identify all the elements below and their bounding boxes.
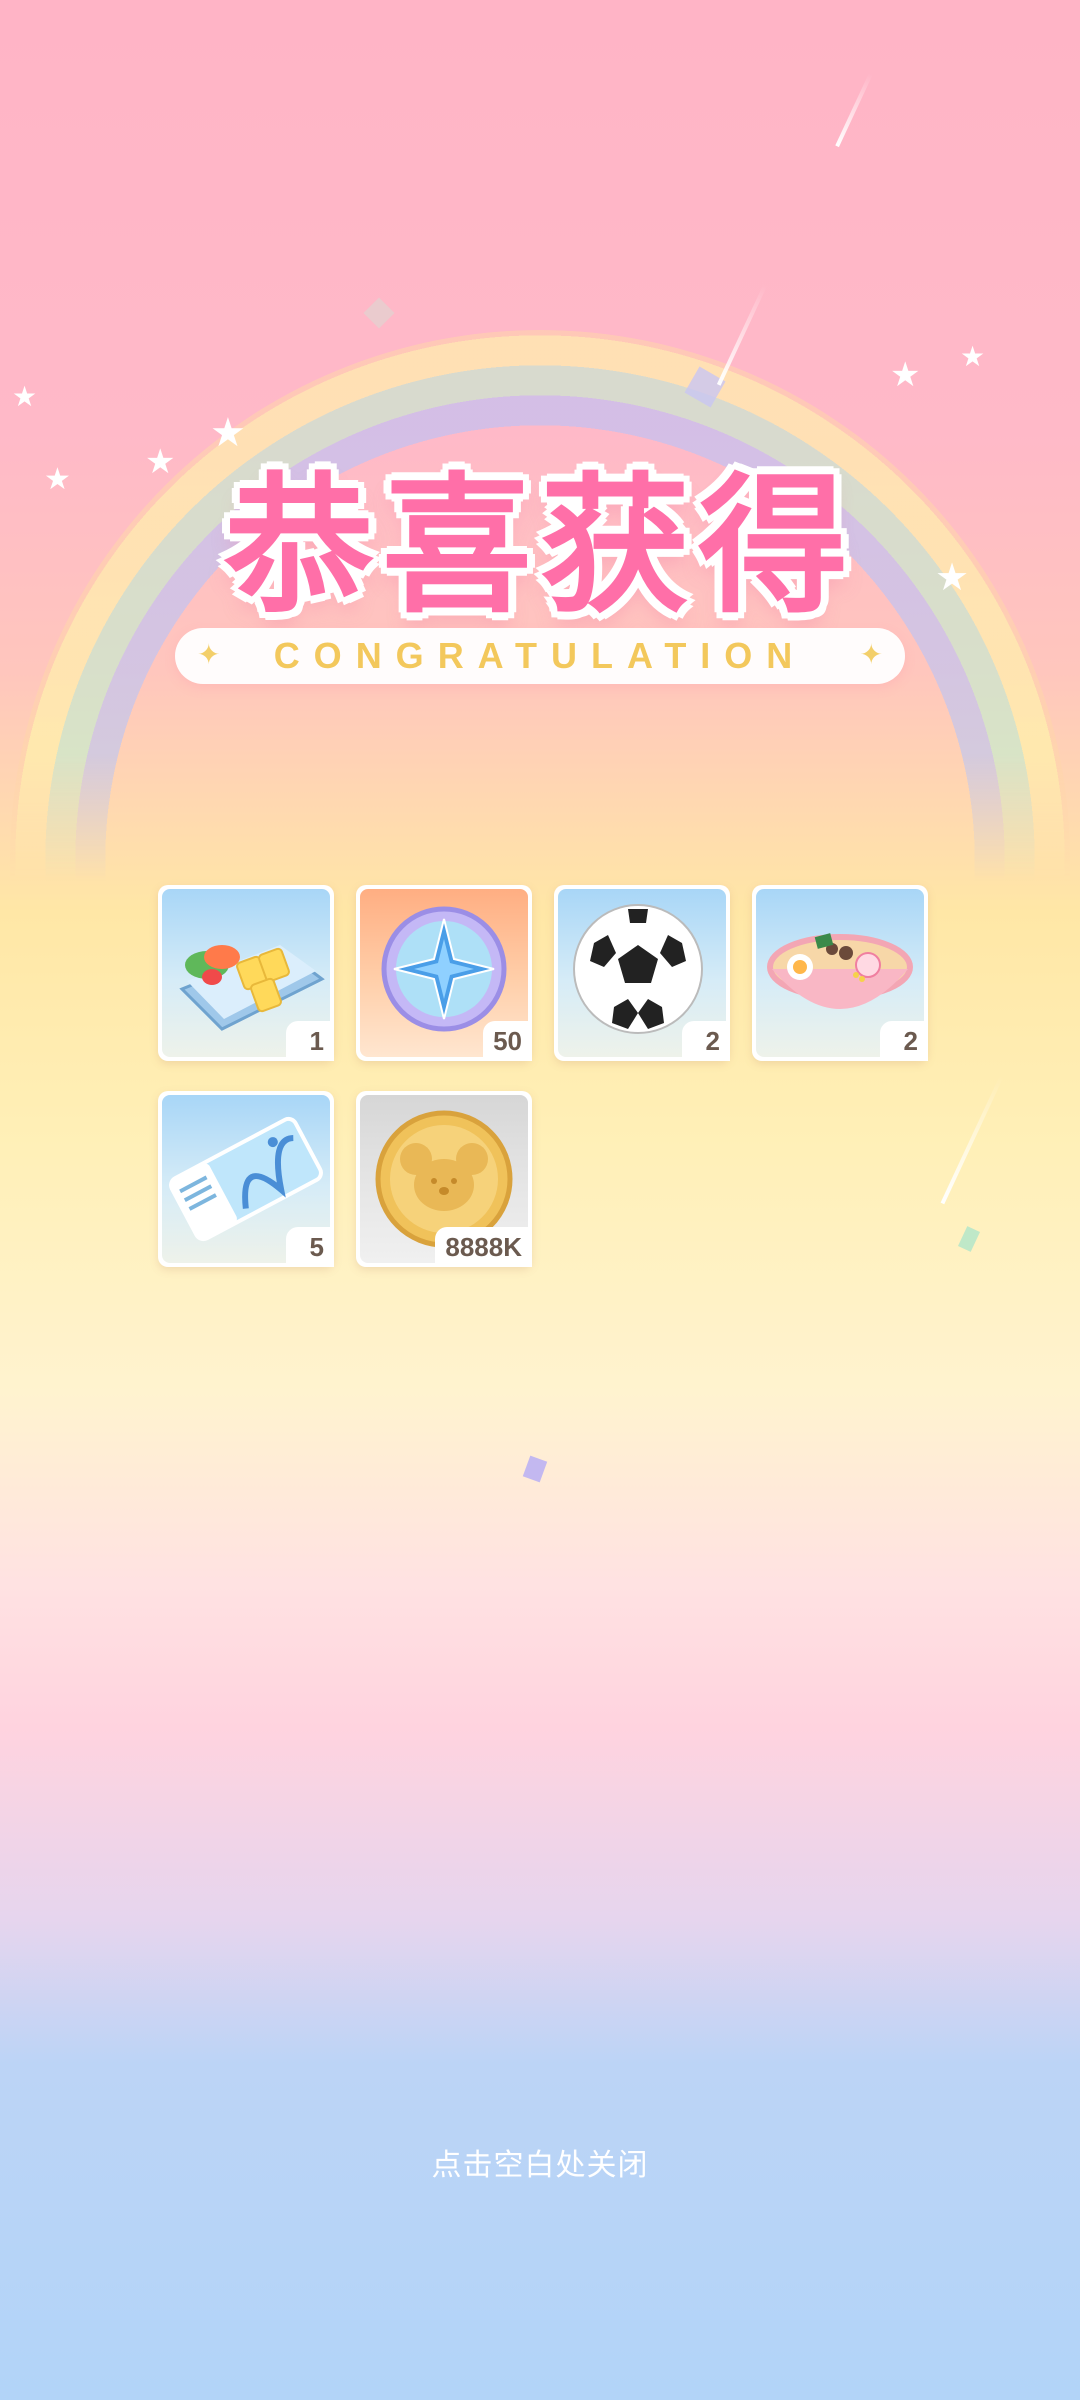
star-icon: ★ bbox=[960, 340, 986, 373]
reward-item-ticket[interactable]: 5 bbox=[158, 1091, 334, 1267]
item-quantity: 5 bbox=[286, 1227, 334, 1267]
item-quantity: 1 bbox=[286, 1021, 334, 1061]
star-icon: ★ bbox=[12, 380, 38, 413]
reward-item-soccer-ball[interactable]: 2 bbox=[554, 885, 730, 1061]
reward-item-ramen[interactable]: 2 bbox=[752, 885, 928, 1061]
item-quantity: 50 bbox=[483, 1021, 532, 1061]
page-title: 恭喜获得 bbox=[223, 460, 856, 634]
sparkle-icon: ✦ bbox=[197, 638, 221, 671]
confetti-icon bbox=[363, 297, 395, 329]
item-quantity: 8888K bbox=[435, 1227, 532, 1267]
close-hint[interactable]: 点击空白处关闭 bbox=[0, 2140, 1080, 2184]
reward-popup[interactable]: ★ ★ ★ ★ ★ ★ ★ 恭喜获得 ✦ CONGRATULATION ✦ 1 … bbox=[0, 0, 1080, 2400]
reward-item-bento[interactable]: 1 bbox=[158, 885, 334, 1061]
subtitle-text: CONGRATULATION bbox=[273, 635, 807, 676]
item-quantity: 2 bbox=[682, 1021, 730, 1061]
subtitle-banner: ✦ CONGRATULATION ✦ bbox=[175, 628, 905, 684]
item-quantity: 2 bbox=[880, 1021, 928, 1061]
sparkle-icon: ✦ bbox=[859, 638, 883, 671]
star-icon: ★ bbox=[890, 355, 921, 395]
shooting-star-icon bbox=[835, 72, 873, 148]
reward-item-gold-coin[interactable]: 8888K bbox=[356, 1091, 532, 1267]
confetti-icon bbox=[958, 1226, 980, 1252]
confetti-icon bbox=[522, 1455, 548, 1483]
reward-item-compass-coin[interactable]: 50 bbox=[356, 885, 532, 1061]
